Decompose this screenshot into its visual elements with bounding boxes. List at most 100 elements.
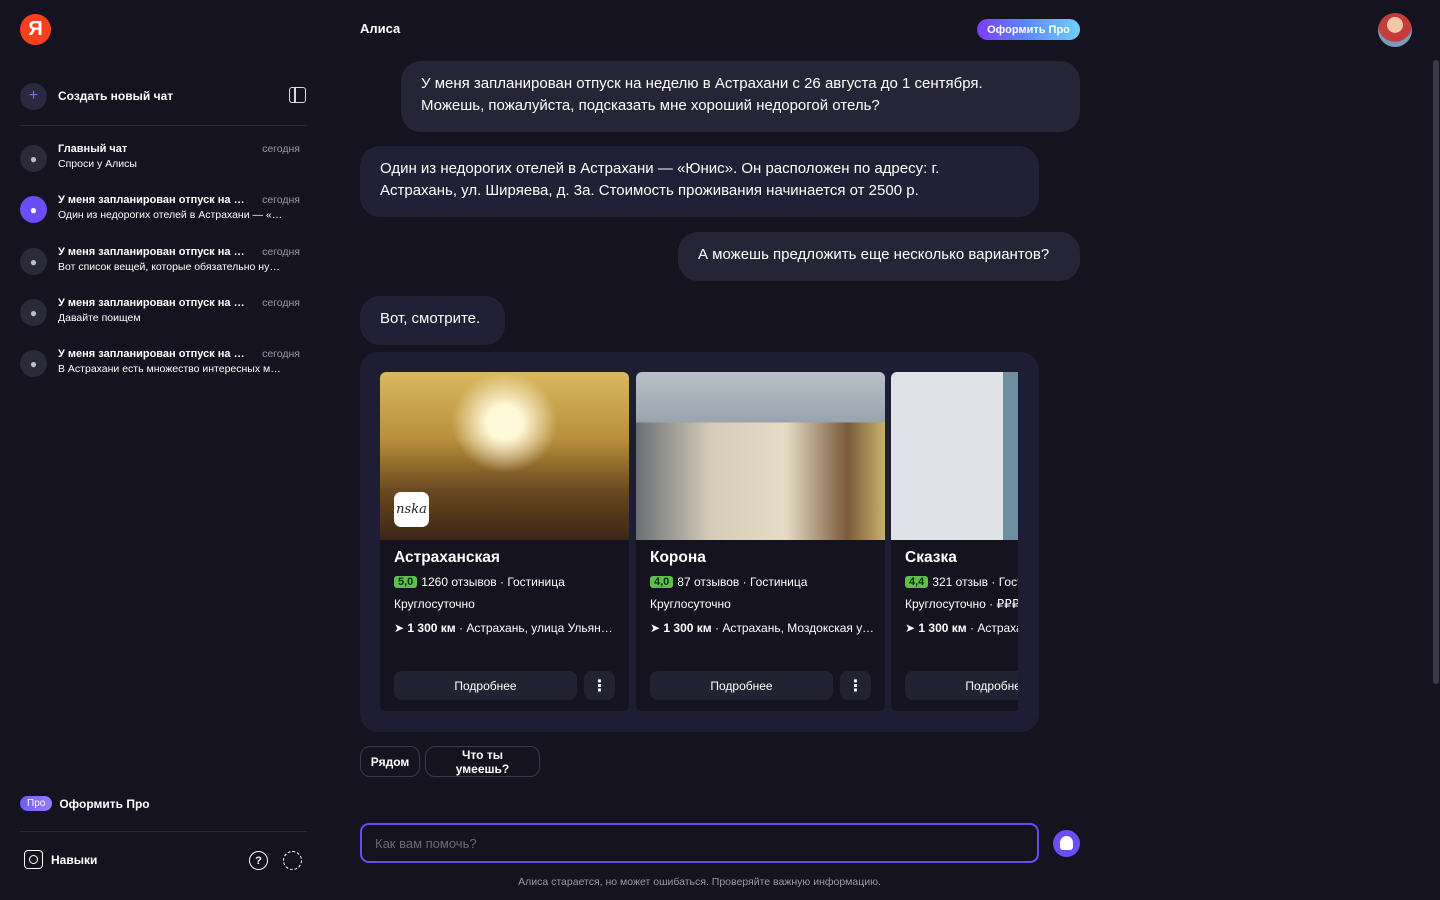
details-button[interactable]: Подробнее [394,671,577,700]
more-options-icon[interactable]: ⋮ [584,671,615,700]
chat-bubble-icon: ● [20,145,47,172]
chat-date: сегодня [262,143,300,155]
message-line: Можешь, пожалуйста, подсказать мне хорош… [421,97,880,114]
message-input[interactable] [362,825,1037,861]
sidebar-divider [20,831,307,832]
hotel-distance: 1 300 км [407,621,456,635]
hotel-rating-row: 5,0 1260 отзывов · Гостиница [394,575,565,589]
hotel-reviews: 321 отзыв · Гостиница [932,575,1018,589]
hotel-name: Сказка [905,549,957,566]
chat-history-item-active[interactable]: ● У меня запланирован отпуск на неделю в… [20,190,310,230]
hotel-address-row: ➤ 1 300 км · Астрахань, Моздокская улица [650,621,875,635]
hotel-distance: 1 300 км [663,621,712,635]
sidebar-pro-link[interactable]: Про Оформить Про [20,796,150,811]
chat-preview: Давайте поищем [58,312,141,324]
chat-history-item[interactable]: ● У меня запланирован отпуск на неделю в… [20,293,310,333]
chat-title: У меня запланирован отпуск на неделю в А… [58,246,250,258]
rating-badge: 5,0 [394,576,418,588]
chat-bubble-icon: ● [20,196,47,223]
sidebar-divider [20,125,307,126]
location-arrow-icon: ➤ [394,621,405,635]
chat-preview: Спроси у Алисы [58,158,137,170]
chat-title: У меня запланирован отпуск на неделю в А… [58,194,250,206]
hotel-carousel: nska Астраханская 5,0 1260 отзывов · Гос… [360,352,1039,732]
help-icon[interactable]: ? [249,851,268,870]
sidebar-toggle-icon[interactable] [289,87,306,103]
assistant-message: Вот, смотрите. [360,296,505,345]
avatar[interactable] [1378,13,1412,47]
hotel-card[interactable]: Корона 4,0 87 отзывов · Гостиница Кругло… [636,372,885,711]
hotel-distance: 1 300 км [918,621,967,635]
sidebar: Я + Создать новый чат ● Главный чат Спро… [0,0,320,900]
skills-icon [24,850,43,869]
hotel-logo: nska [394,492,429,527]
hotel-card[interactable]: Сказка 4,4 321 отзыв · Гостиница Круглос… [891,372,1018,711]
message-input-container [360,823,1039,863]
chat-preview: В Астрахани есть множество интересных ме… [58,363,286,375]
hotel-photo [891,372,1018,540]
hotel-name: Астраханская [394,549,500,566]
disclaimer: Алиса старается, но может ошибаться. Про… [518,876,881,888]
chat-preview: Один из недорогих отелей в Астрахани — «… [58,209,286,221]
hotel-name: Корона [650,549,706,566]
assistant-message: Один из недорогих отелей в Астрахани — «… [360,146,1039,217]
hotel-address-row: ➤ 1 300 км · Астрахань [905,621,1018,635]
rating-badge: 4,4 [905,576,929,588]
chat-title: Главный чат [58,143,128,155]
new-chat-label: Создать новый чат [58,89,174,103]
hotel-hours: Круглосуточно [394,597,475,611]
carousel-viewport[interactable]: nska Астраханская 5,0 1260 отзывов · Гос… [380,372,1018,712]
hotel-address: · Астрахань, Моздокская улица [711,621,875,635]
user-message: А можешь предложить еще несколько вариан… [678,232,1080,281]
chat-history-item[interactable]: ● Главный чат Спроси у Алисы сегодня [20,139,310,179]
message-line: Астрахань, ул. Ширяева, д. 3а. Стоимость… [380,182,919,199]
chat-bubble-icon: ● [20,248,47,275]
new-chat-button[interactable]: + Создать новый чат [20,82,310,110]
chat-title: У меня запланирован отпуск на неделю в А… [58,297,250,309]
gear-icon[interactable] [283,851,302,870]
user-message: У меня запланирован отпуск на неделю в А… [401,61,1080,132]
yandex-logo[interactable]: Я [20,14,51,45]
hotel-rating-row: 4,0 87 отзывов · Гостиница [650,575,807,589]
chat-bubble-icon: ● [20,299,47,326]
chat-history-item[interactable]: ● У меня запланирован отпуск на неделю в… [20,242,310,282]
chat-date: сегодня [262,246,300,258]
chat-history-item[interactable]: ● У меня запланирован отпуск на неделю в… [20,344,310,384]
chat-title: У меня запланирован отпуск на неделю в А… [58,348,250,360]
chat-bubble-icon: ● [20,350,47,377]
plus-icon: + [20,82,47,110]
pro-label: Оформить Про [59,796,150,811]
message-line: У меня запланирован отпуск на неделю в А… [421,75,983,92]
get-pro-button[interactable]: Оформить Про [977,19,1080,40]
hotel-reviews: 1260 отзывов · Гостиница [421,575,565,589]
hotel-rating-row: 4,4 321 отзыв · Гостиница [905,575,1018,589]
chat-date: сегодня [262,348,300,360]
chat-preview: Вот список вещей, которые обязательно ну… [58,261,286,273]
chat-date: сегодня [262,297,300,309]
hotel-hours: Круглосуточно · ₽₽₽₽ [905,597,1018,611]
skills-label: Навыки [51,852,98,867]
scrollbar[interactable] [1433,60,1439,684]
suggestion-chip[interactable]: Что ты умеешь? [425,746,540,777]
skills-link[interactable]: Навыки [24,850,97,869]
details-button[interactable]: Подробнее [905,671,1018,700]
location-arrow-icon: ➤ [650,621,661,635]
rating-badge: 4,0 [650,576,674,588]
location-arrow-icon: ➤ [905,621,916,635]
hotel-photo [636,372,885,540]
suggestion-chip[interactable]: Рядом [360,746,420,777]
hotel-hours: Круглосуточно [650,597,731,611]
alice-voice-icon[interactable] [1053,830,1080,857]
message-line: Вот, смотрите. [380,310,481,327]
hotel-card[interactable]: nska Астраханская 5,0 1260 отзывов · Гос… [380,372,629,711]
hotel-address: · Астрахань [969,621,1018,635]
pro-badge: Про [20,796,53,811]
chat-date: сегодня [262,194,300,206]
more-options-icon[interactable]: ⋮ [840,671,871,700]
hotel-address: · Астрахань, улица Ульяновых [455,621,619,635]
details-button[interactable]: Подробнее [650,671,833,700]
message-line: А можешь предложить еще несколько вариан… [698,246,1050,263]
page-title: Алиса [360,21,401,36]
message-line: Один из недорогих отелей в Астрахани — «… [380,160,940,177]
hotel-address-row: ➤ 1 300 км · Астрахань, улица Ульяновых [394,621,619,635]
